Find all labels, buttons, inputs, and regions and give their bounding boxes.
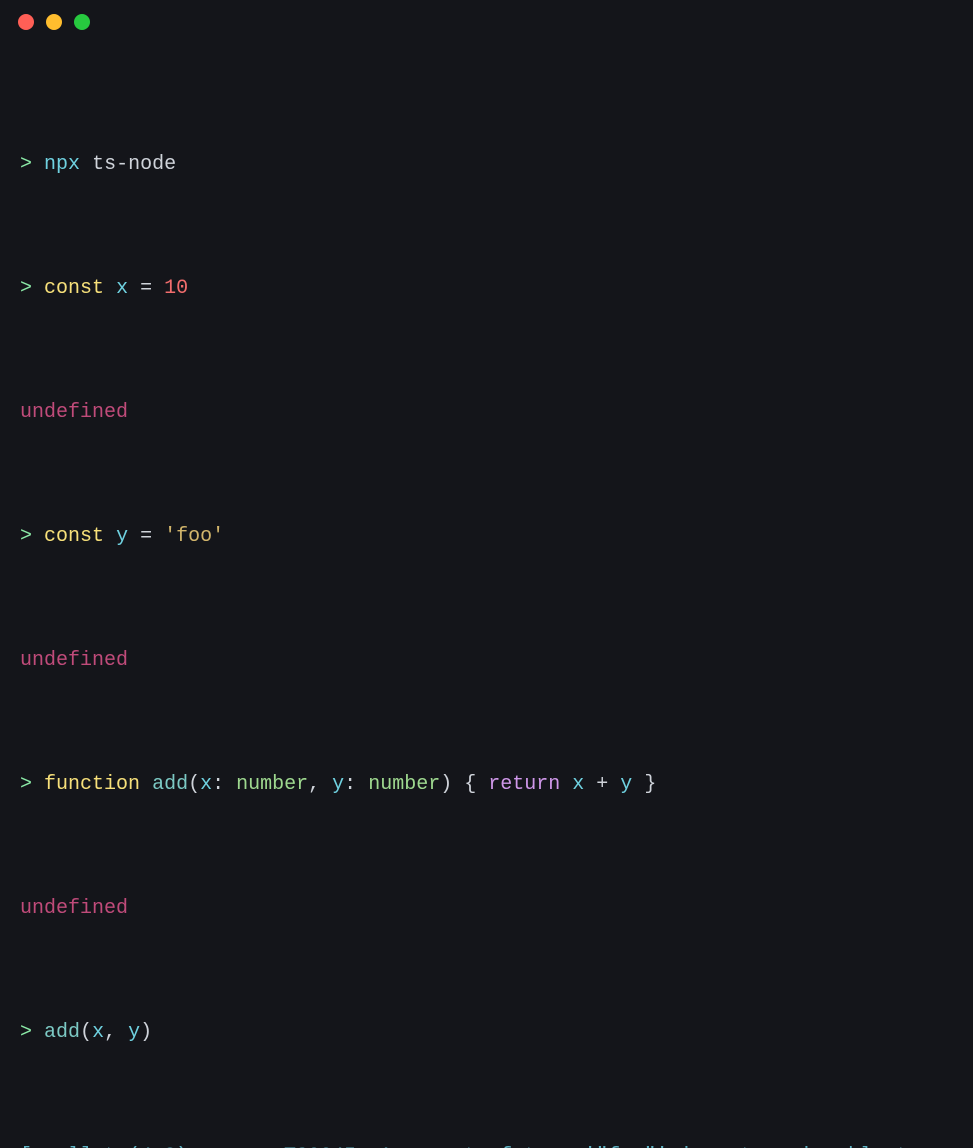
maximize-icon[interactable] <box>74 14 90 30</box>
param: y <box>332 773 344 796</box>
identifier: y <box>116 525 128 548</box>
keyword-return: return <box>488 773 560 796</box>
paren-open: ( <box>80 1021 92 1044</box>
paren-close: ) <box>440 773 452 796</box>
repl-line: > add(x, y) <box>20 1017 953 1048</box>
prompt-symbol: > <box>20 1021 32 1044</box>
error-message: [eval].ts(4,8): error TS2345: Argument o… <box>20 1141 953 1148</box>
prompt-symbol: > <box>20 277 32 300</box>
identifier: y <box>620 773 632 796</box>
command-token: npx <box>44 153 80 176</box>
terminal-output[interactable]: > npx ts-node > const x = 10 undefined >… <box>0 40 973 1148</box>
repl-line: > function add(x: number, y: number) { r… <box>20 769 953 800</box>
comma: , <box>308 773 332 796</box>
result-undefined: undefined <box>20 645 953 676</box>
identifier: x <box>572 773 584 796</box>
type-annotation: number <box>236 773 308 796</box>
equals-op: = <box>140 277 152 300</box>
colon: : <box>344 773 368 796</box>
keyword-const: const <box>44 277 104 300</box>
brace-open: { <box>452 773 488 796</box>
string-literal: 'foo' <box>164 525 224 548</box>
keyword-function: function <box>44 773 140 796</box>
paren-open: ( <box>188 773 200 796</box>
equals-op: = <box>140 525 152 548</box>
close-icon[interactable] <box>18 14 34 30</box>
brace-close: } <box>632 773 656 796</box>
function-name: add <box>152 773 188 796</box>
result-undefined: undefined <box>20 397 953 428</box>
plus-op: + <box>584 773 620 796</box>
arg: x <box>92 1021 104 1044</box>
repl-line: > const x = 10 <box>20 273 953 304</box>
space <box>560 773 572 796</box>
terminal-window: > npx ts-node > const x = 10 undefined >… <box>0 0 973 574</box>
keyword-const: const <box>44 525 104 548</box>
paren-close: ) <box>140 1021 152 1044</box>
result-undefined: undefined <box>20 893 953 924</box>
prompt-symbol: > <box>20 153 32 176</box>
arg: y <box>128 1021 140 1044</box>
prompt-symbol: > <box>20 525 32 548</box>
comma: , <box>104 1021 128 1044</box>
function-call: add <box>44 1021 80 1044</box>
command-arg: ts-node <box>92 153 176 176</box>
titlebar <box>0 0 973 40</box>
repl-line: > npx ts-node <box>20 149 953 180</box>
colon: : <box>212 773 236 796</box>
param: x <box>200 773 212 796</box>
prompt-symbol: > <box>20 773 32 796</box>
repl-line: > const y = 'foo' <box>20 521 953 552</box>
identifier: x <box>116 277 128 300</box>
number-literal: 10 <box>164 277 188 300</box>
minimize-icon[interactable] <box>46 14 62 30</box>
type-annotation: number <box>368 773 440 796</box>
